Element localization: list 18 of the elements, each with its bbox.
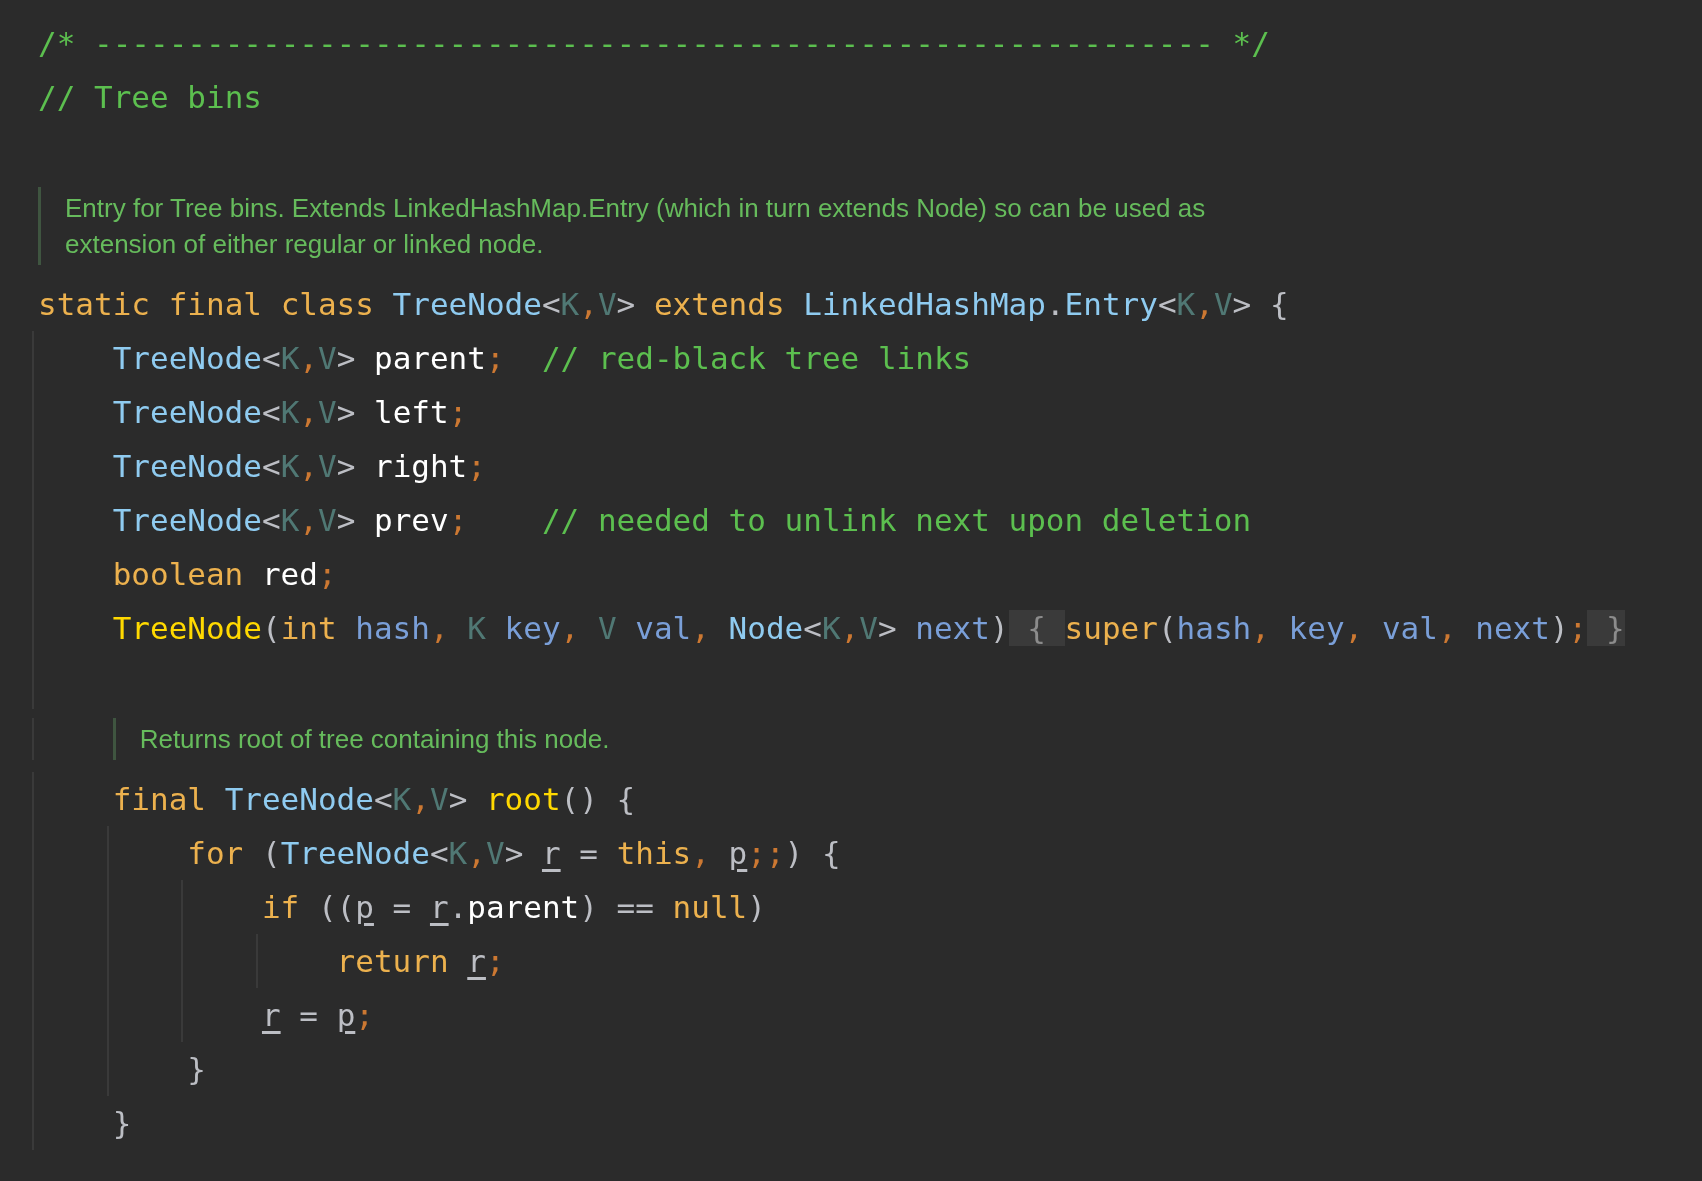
code-line: final TreeNode<K,V> root() { <box>112 780 636 819</box>
code-line: boolean red; <box>112 555 337 594</box>
code-line: TreeNode<K,V> prev; // needed to unlink next upon deletion <box>112 501 1252 540</box>
code-line: for (TreeNode<K,V> r = this, p;;) { <box>187 834 841 873</box>
code-line: TreeNode(int hash, K key, V val, Node<K,V> next) { super(hash, key, val, next); } <box>112 609 1625 648</box>
code-line: TreeNode<K,V> right; <box>112 447 486 486</box>
code-line: return r; <box>336 942 505 981</box>
code-line: TreeNode<K,V> parent; // red-black tree links <box>112 339 972 378</box>
code-line: // Tree bins <box>38 78 262 117</box>
doc-comment: Returns root of tree containing this node. <box>112 718 1390 760</box>
code-line: TreeNode<K,V> left; <box>112 393 468 432</box>
code-line: } <box>187 1050 206 1089</box>
code-line: r = p; <box>261 996 374 1035</box>
code-line: if ((p = r.parent) == null) <box>261 888 766 927</box>
doc-comment: Entry for Tree bins. Extends LinkedHashMap.Entry (which in turn extends Node) so can be used as extension of either regular or linked node. <box>38 187 1315 265</box>
code-line: /* ------------------------------------------------------------ */ <box>38 24 1270 63</box>
code-line: } <box>112 1104 132 1143</box>
code-line: static final class TreeNode<K,V> extends LinkedHashMap.Entry<K,V> { <box>38 285 1289 324</box>
